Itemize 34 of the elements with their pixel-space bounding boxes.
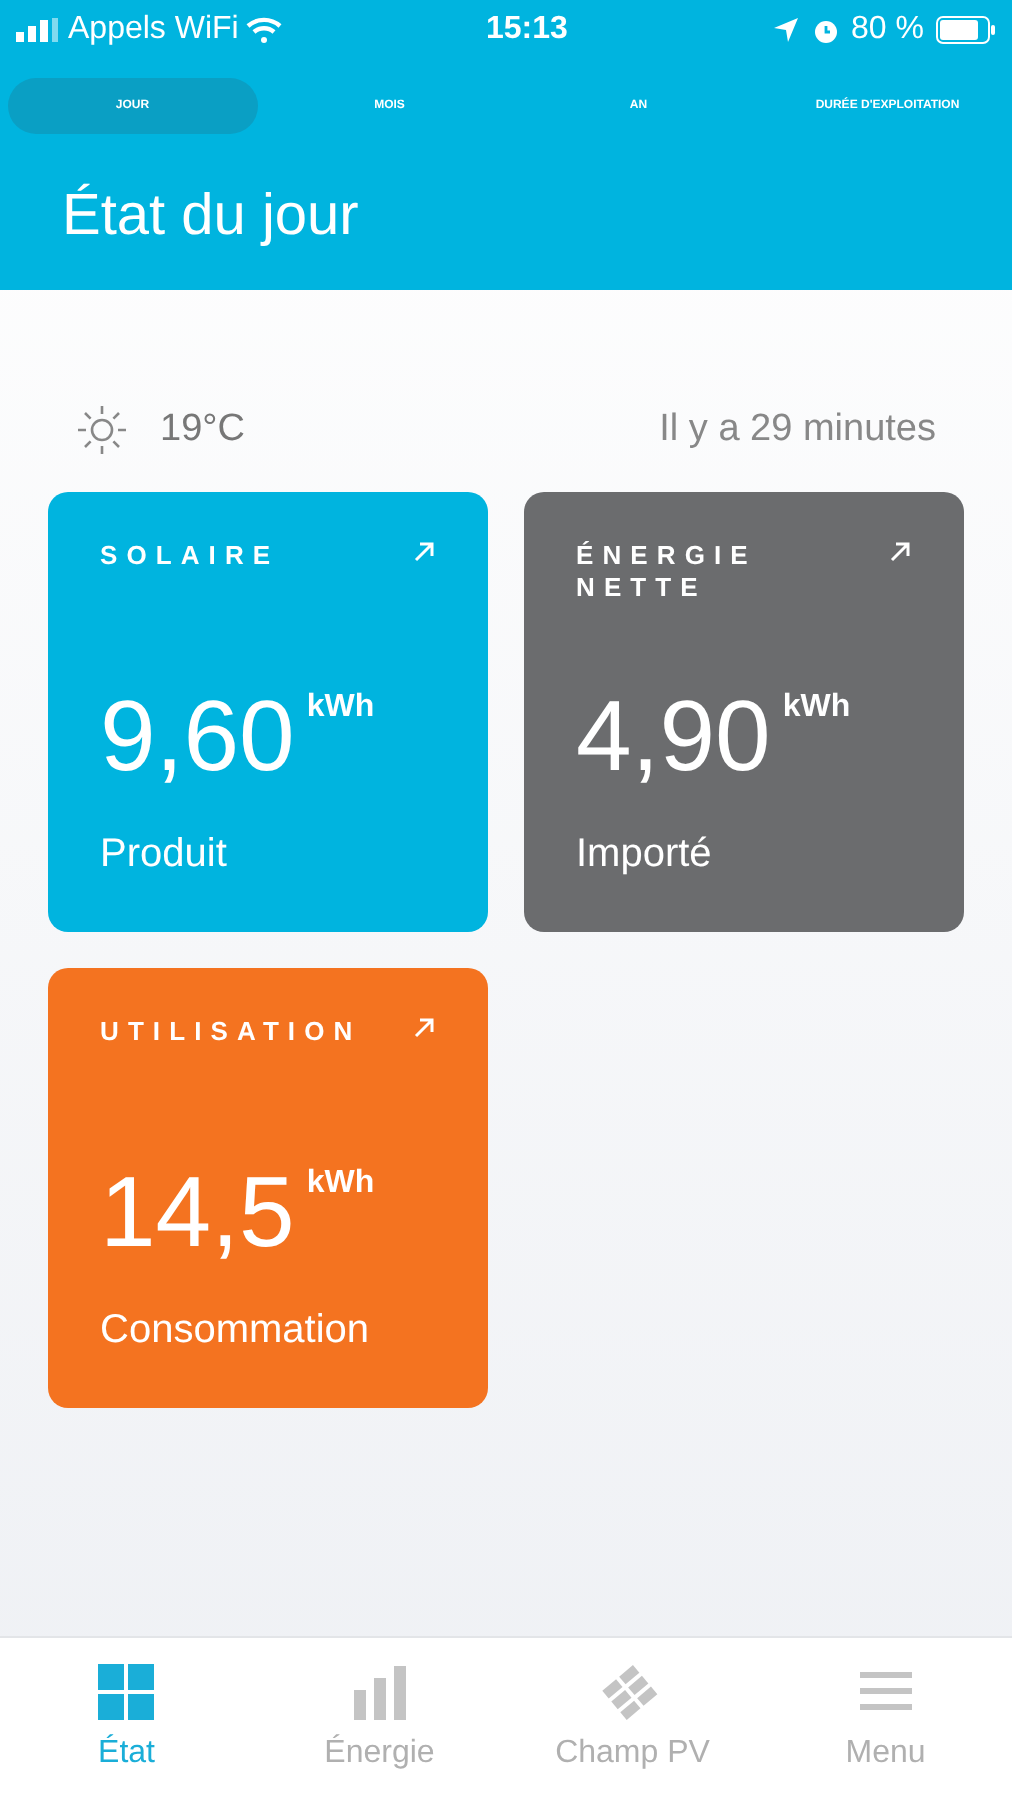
arrow-up-right-icon	[412, 1015, 436, 1039]
energy-unit: kWh	[306, 1163, 375, 1203]
energy-value: 14,5	[100, 1155, 295, 1267]
card-caption: Consommation	[100, 1305, 372, 1355]
energy-unit: kWh	[306, 687, 375, 727]
grid-icon	[96, 1662, 157, 1722]
signal-icon	[16, 18, 60, 42]
arrow-up-right-icon	[888, 539, 912, 563]
nav-tab[interactable]: État	[0, 1638, 253, 1800]
temperature: 19°C	[160, 406, 245, 454]
arrow-up-right-icon	[412, 539, 436, 563]
energy-value: 4,90	[576, 679, 771, 791]
clock-time: 15:13	[485, 10, 568, 50]
energy-unit: kWh	[782, 687, 851, 727]
energy-value: 9,60	[100, 679, 295, 791]
battery-icon	[936, 16, 996, 44]
location-arrow-icon	[771, 16, 800, 44]
solar-panels-icon	[602, 1662, 663, 1722]
nav-tab[interactable]: Champ PV	[506, 1638, 759, 1800]
card-caption: Importé	[576, 829, 714, 879]
card-title: SOLAIRE	[100, 539, 282, 571]
wifi-icon	[246, 16, 283, 44]
card-title: UTILISATION	[100, 1015, 360, 1047]
update-time: Il y a 29 minutes	[659, 406, 936, 454]
page-title: État du jour	[62, 181, 359, 252]
nav-tab[interactable]: Menu	[759, 1638, 1012, 1800]
bar-chart-icon	[349, 1662, 410, 1722]
card-title: ÉNERGIE NETTE	[576, 539, 759, 603]
nav-tab[interactable]: Énergie	[253, 1638, 506, 1800]
battery-percentage: 80 %	[851, 10, 924, 50]
sun-icon	[76, 404, 128, 457]
card-caption: Produit	[100, 829, 229, 879]
alarm-clock-icon	[811, 16, 840, 44]
carrier-name: Appels WiFi	[68, 10, 239, 50]
